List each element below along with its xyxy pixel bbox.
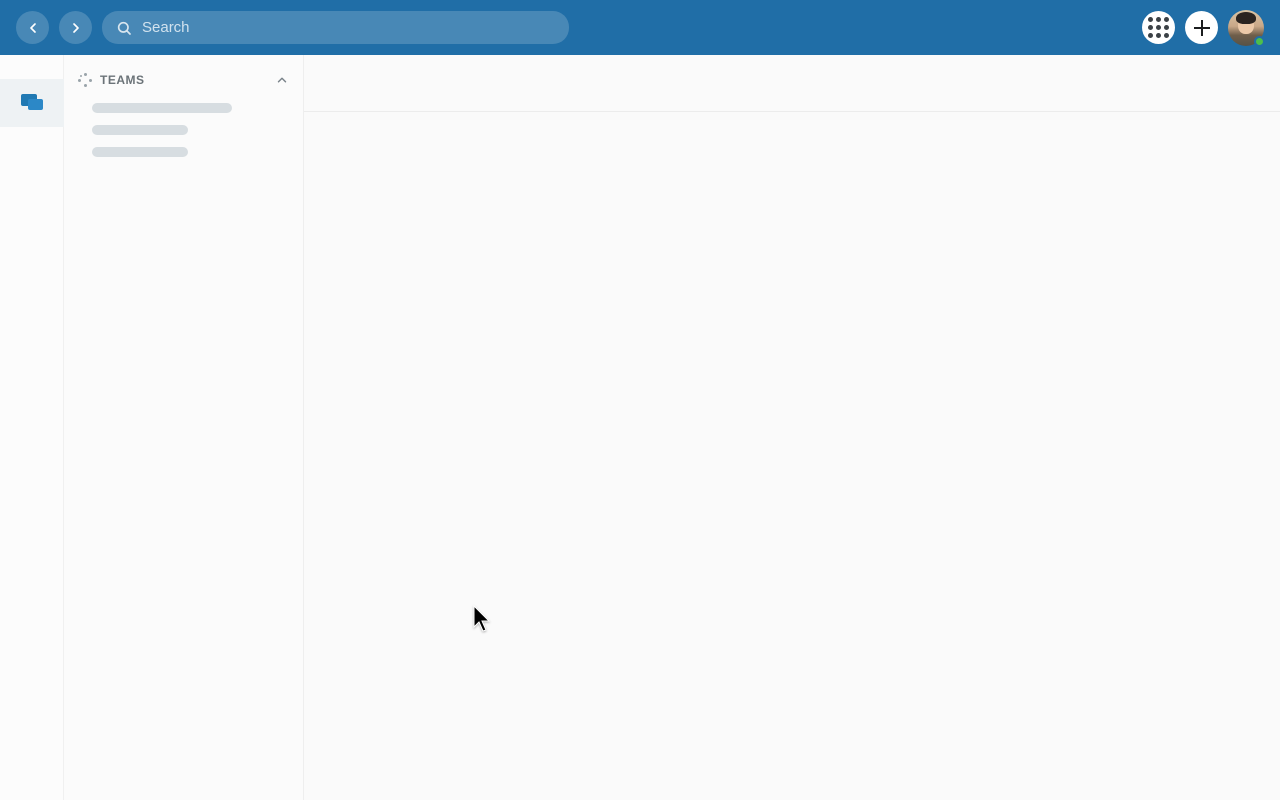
sidebar-section-label: TEAMS: [100, 73, 145, 87]
search-input[interactable]: [142, 19, 555, 36]
presence-indicator: [1254, 36, 1265, 47]
nav-back-button[interactable]: [16, 11, 49, 44]
chat-bubbles-icon: [21, 94, 43, 112]
app-body: TEAMS: [0, 55, 1280, 800]
sidebar-loading-skeleton: [64, 93, 303, 157]
chevron-right-icon: [68, 20, 84, 36]
sidebar-section-teams[interactable]: TEAMS: [64, 67, 303, 93]
skeleton-line: [92, 125, 188, 135]
search-icon: [116, 20, 132, 36]
skeleton-line: [92, 103, 232, 113]
search-box[interactable]: [102, 11, 569, 44]
plus-icon: [1194, 20, 1210, 36]
content-divider: [304, 111, 1280, 112]
top-bar: [0, 0, 1280, 55]
nav-forward-button[interactable]: [59, 11, 92, 44]
create-button[interactable]: [1185, 11, 1218, 44]
apps-button[interactable]: [1142, 11, 1175, 44]
rail-item-chat[interactable]: [0, 79, 64, 127]
apps-grid-icon: [1148, 17, 1169, 38]
loading-spinner-icon: [78, 73, 92, 87]
chevron-left-icon: [25, 20, 41, 36]
profile-menu[interactable]: [1228, 10, 1264, 46]
chevron-up-icon: [275, 73, 289, 87]
main-content: [304, 55, 1280, 800]
sidebar: TEAMS: [64, 55, 304, 800]
skeleton-line: [92, 147, 188, 157]
nav-rail: [0, 55, 64, 800]
